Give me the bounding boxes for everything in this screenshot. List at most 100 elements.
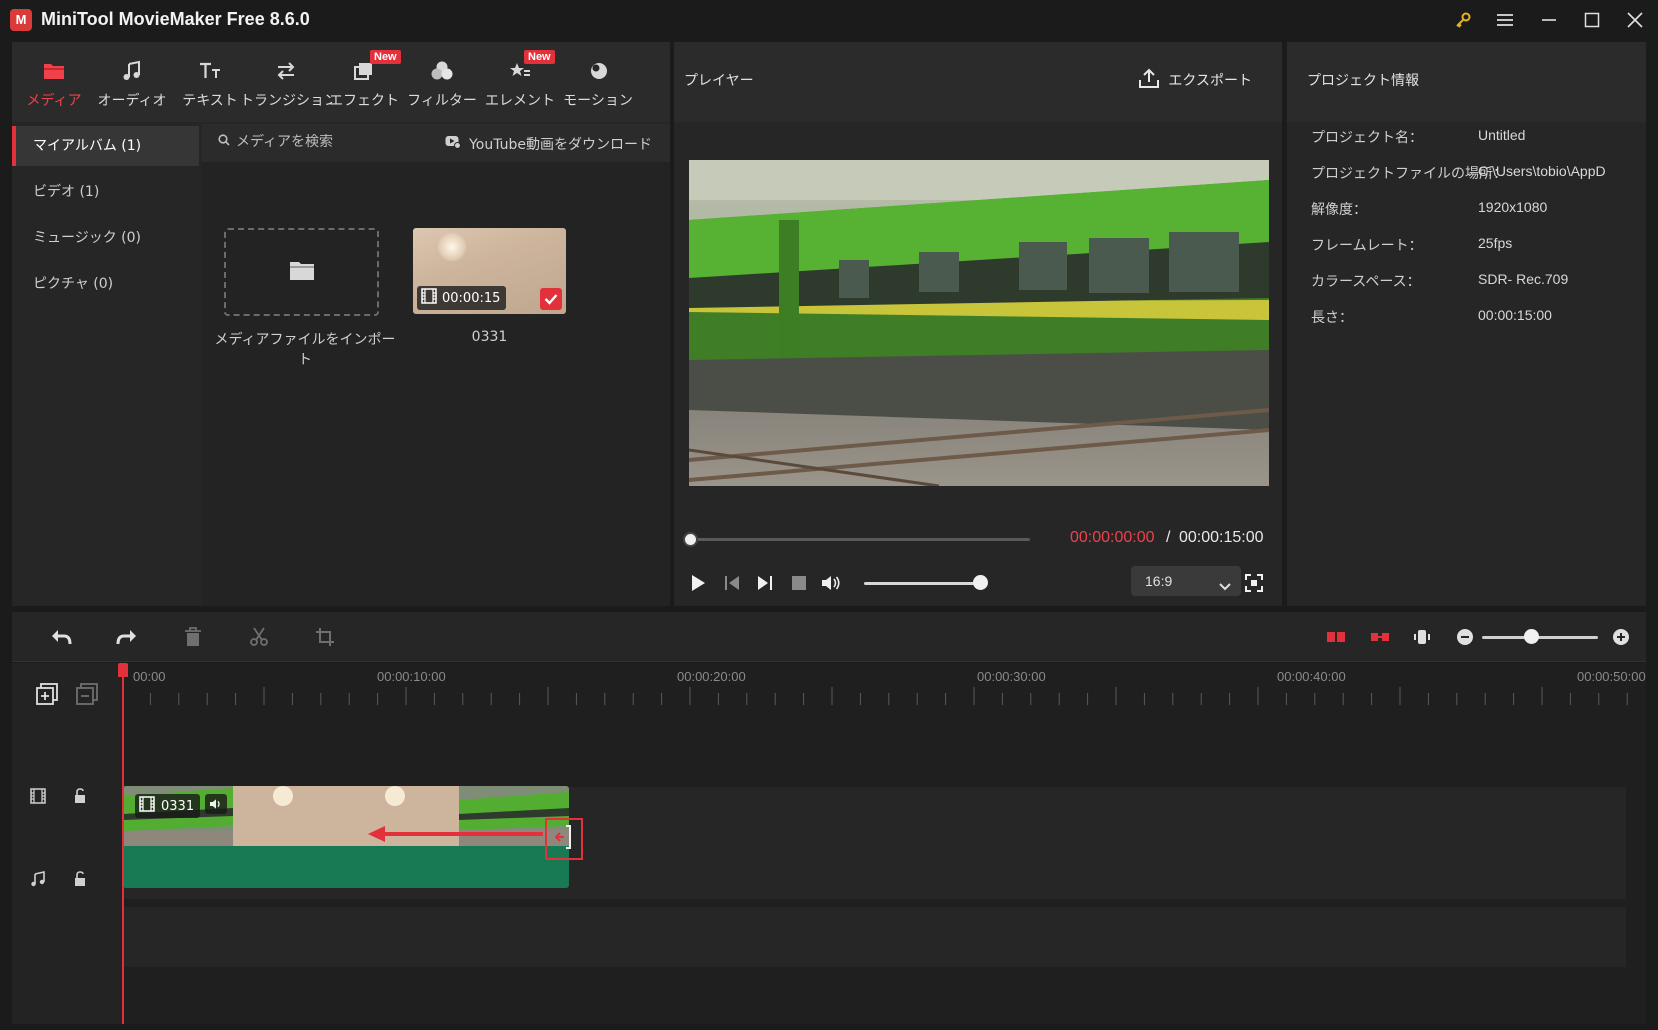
tab-motion[interactable]: モーション [558, 42, 638, 122]
film-icon [421, 288, 437, 308]
tab-text[interactable]: テキスト [170, 42, 250, 122]
youtube-download-label: YouTube動画をダウンロード [469, 137, 652, 153]
track-headers [12, 663, 122, 1024]
ruler-label: 00:00:10:00 [377, 669, 446, 684]
seek-handle[interactable] [683, 532, 698, 547]
lock-icon[interactable] [74, 871, 86, 891]
app-title: MiniTool MovieMaker Free 8.6.0 [41, 9, 310, 29]
info-value: C:\Users\tobio\AppD [1478, 163, 1606, 179]
clip-volume-icon[interactable] [205, 794, 227, 814]
player-title: プレイヤー [684, 73, 754, 89]
project-info-title: プロジェクト情報 [1307, 73, 1419, 89]
fullscreen-icon[interactable] [1241, 570, 1267, 596]
seek-bar[interactable] [692, 538, 1030, 541]
tab-media[interactable]: メディア [14, 42, 94, 122]
chevron-down-icon [1218, 574, 1232, 604]
import-media-button[interactable] [224, 228, 379, 316]
zoom-out-icon[interactable] [1452, 624, 1478, 650]
ruler-label: 00:00:40:00 [1277, 669, 1346, 684]
media-panel: メディア オーディオ テキスト トランジション New エフェクト フィルター … [12, 42, 670, 606]
info-value: 1920x1080 [1478, 199, 1548, 215]
add-track-icon[interactable] [36, 683, 58, 709]
tab-transition[interactable]: トランジション [240, 42, 332, 122]
transition-icon [273, 58, 299, 84]
motion-icon [585, 58, 611, 84]
split-scissors-icon[interactable] [246, 624, 272, 650]
clip-name-badge: 0331 [135, 794, 201, 818]
redo-icon[interactable] [114, 624, 140, 650]
key-icon[interactable] [1447, 6, 1479, 34]
next-frame-icon[interactable] [752, 570, 778, 596]
total-time: 00:00:15:00 [1179, 529, 1264, 546]
album-video[interactable]: ビデオ (1) [12, 172, 199, 212]
timeline-clip[interactable]: 0331 [123, 786, 569, 888]
ruler-label: 00:00:50:00 [1577, 669, 1646, 684]
project-info-panel: プロジェクト情報 プロジェクト名： Untitled プロジェクトファイルの場所… [1287, 42, 1646, 606]
media-library: YouTube動画をダウンロード メディアファイルをインポート 00:00:15… [202, 124, 670, 606]
play-icon[interactable] [685, 570, 711, 596]
current-time: 00:00:00:00 [1070, 529, 1155, 546]
lock-icon[interactable] [74, 788, 86, 808]
ruler-label: 00:00:20:00 [677, 669, 746, 684]
info-key: 長さ： [1311, 310, 1353, 326]
info-row: 長さ： 00:00:15:00 [1287, 307, 1646, 343]
tab-effect[interactable]: New エフェクト [324, 42, 404, 122]
project-info-header: プロジェクト情報 [1287, 42, 1646, 122]
info-value: Untitled [1478, 127, 1526, 143]
zoom-handle[interactable] [1524, 629, 1539, 644]
audio-track[interactable] [122, 907, 1626, 967]
crop-icon[interactable] [312, 624, 338, 650]
tab-audio[interactable]: オーディオ [92, 42, 172, 122]
zoom-in-icon[interactable] [1608, 624, 1634, 650]
playhead [122, 672, 124, 1024]
timeline-toolbar [12, 612, 1646, 662]
info-key: プロジェクト名： [1311, 130, 1423, 146]
trim-bracket-icon [554, 824, 574, 854]
snap-icon[interactable] [1323, 624, 1349, 650]
media-clip-name: 0331 [471, 329, 508, 345]
new-badge: New [370, 50, 401, 64]
info-key: カラースペース： [1311, 274, 1421, 290]
video-preview [689, 160, 1269, 486]
volume-icon[interactable] [818, 570, 844, 596]
album-music[interactable]: ミュージック (0) [12, 218, 199, 258]
ruler-ticks [122, 687, 1628, 705]
tab-label: モーション [563, 93, 633, 109]
checkmark-icon[interactable] [540, 288, 562, 310]
auto-ripple-icon[interactable] [1367, 624, 1393, 650]
remove-track-icon[interactable] [76, 683, 98, 709]
search-box[interactable] [218, 134, 366, 150]
maximize-icon[interactable] [1576, 6, 1608, 34]
clip-trim-handle[interactable] [545, 818, 583, 860]
stop-icon[interactable] [786, 570, 812, 596]
time-separator: / [1166, 529, 1171, 546]
export-button[interactable]: エクスポート [1138, 67, 1252, 93]
media-clip-thumbnail[interactable]: 00:00:15 [413, 228, 566, 314]
menu-icon[interactable] [1489, 6, 1521, 34]
aspect-ratio-select[interactable]: 16:9 [1131, 566, 1241, 596]
album-my-album[interactable]: マイアルバム (1) [12, 126, 199, 166]
player-panel: プレイヤー エクスポート 00:00:00:00 / 00:00:15:00 1… [674, 42, 1282, 606]
zoom-slider[interactable] [1482, 636, 1598, 639]
tab-filter[interactable]: フィルター [402, 42, 482, 122]
tab-element[interactable]: New エレメント [480, 42, 560, 122]
export-label: エクスポート [1168, 73, 1252, 89]
delete-icon[interactable] [180, 624, 206, 650]
info-row: フレームレート： 25fps [1287, 235, 1646, 271]
media-folder-icon [41, 58, 67, 84]
album-picture[interactable]: ピクチャ (0) [12, 264, 199, 304]
info-key: フレームレート： [1311, 238, 1423, 254]
clip-duration: 00:00:15 [442, 290, 501, 306]
export-icon [1138, 67, 1160, 93]
volume-handle[interactable] [973, 575, 988, 590]
volume-slider[interactable] [864, 582, 984, 585]
timeline-ruler[interactable]: 00:00 00:00:10:00 00:00:20:00 00:00:30:0… [122, 663, 1646, 733]
minimize-icon[interactable] [1533, 6, 1565, 34]
search-input[interactable] [236, 134, 366, 150]
audio-waveform-icon[interactable] [1409, 624, 1435, 650]
previous-frame-icon[interactable] [719, 570, 745, 596]
undo-icon[interactable] [48, 624, 74, 650]
playhead-handle[interactable] [118, 663, 128, 677]
close-icon[interactable] [1619, 6, 1651, 34]
youtube-download-button[interactable]: YouTube動画をダウンロード [445, 134, 652, 154]
